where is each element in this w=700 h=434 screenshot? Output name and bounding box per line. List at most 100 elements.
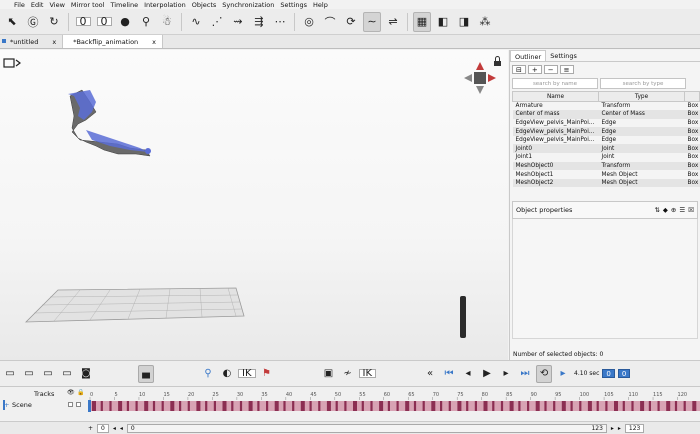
keyframe[interactable] xyxy=(614,401,618,411)
outliner-row[interactable]: Armature Transform Box xyxy=(513,102,700,111)
scene-visible-checkbox[interactable] xyxy=(68,402,73,407)
keyframe[interactable] xyxy=(309,401,312,411)
viewport-3d[interactable] xyxy=(0,50,508,360)
keyframe[interactable] xyxy=(196,401,201,411)
scroll-left-icon-2[interactable]: ◂ xyxy=(120,425,123,432)
column-type[interactable]: Type xyxy=(598,91,685,102)
keyframe[interactable] xyxy=(587,401,592,411)
end-field[interactable]: 0 xyxy=(617,369,631,378)
properties-list-icon[interactable]: ☰ xyxy=(679,206,685,214)
lock-tracks-icon[interactable]: 🔒 xyxy=(77,389,84,396)
character-path-icon[interactable]: ⇌ xyxy=(384,12,402,32)
keyframe[interactable] xyxy=(570,401,573,411)
layers-icon[interactable]: ◧ xyxy=(434,12,452,32)
keyframe[interactable] xyxy=(518,401,521,411)
keyframe[interactable] xyxy=(300,401,305,411)
keyframe[interactable] xyxy=(144,401,149,411)
last-frame-icon[interactable]: ⏭ xyxy=(517,365,533,383)
film-icon[interactable]: ▣ xyxy=(321,365,337,383)
waveform-icon[interactable]: ≁ xyxy=(340,365,356,383)
keyframe[interactable] xyxy=(170,401,175,411)
prev-frame-icon[interactable]: ◂ xyxy=(460,365,476,383)
properties-lock-icon[interactable]: ⊕ xyxy=(671,206,676,214)
visibility-icon[interactable]: 👁 xyxy=(67,389,75,396)
column-extra[interactable] xyxy=(684,91,700,102)
outliner-row[interactable]: MeshObject2 Mesh Object Box xyxy=(512,178,700,188)
keyframe[interactable] xyxy=(118,401,123,411)
pin-tool-icon[interactable]: ⚲ xyxy=(137,12,155,32)
track-copy-icon[interactable]: ▭ xyxy=(59,365,75,383)
keyframe[interactable] xyxy=(492,401,495,411)
keyframe[interactable] xyxy=(318,401,321,411)
keyframe[interactable] xyxy=(422,401,425,411)
keyframe[interactable] xyxy=(535,401,540,411)
search-by-name-input[interactable]: search by name xyxy=(512,78,598,89)
first-frame-icon[interactable]: ⏮ xyxy=(441,365,457,383)
keyframe[interactable] xyxy=(239,401,243,411)
keyframe[interactable] xyxy=(405,401,410,411)
scroll-right-icon-2[interactable]: ▸ xyxy=(618,425,621,432)
column-name[interactable]: Name xyxy=(512,91,599,102)
lock-icon[interactable] xyxy=(494,56,501,67)
scroll-right-icon[interactable]: ▸ xyxy=(611,425,614,432)
keyframe[interactable] xyxy=(92,401,96,411)
outliner-row[interactable]: EdgeView_pelvis_MainPoi... Edge Box xyxy=(513,136,700,145)
keyframe[interactable] xyxy=(640,401,645,411)
keyframe[interactable] xyxy=(605,401,608,411)
studio-icon[interactable]: ▄ xyxy=(138,364,154,383)
keyframe[interactable] xyxy=(152,401,156,411)
keyframe[interactable] xyxy=(135,401,138,411)
collapse-icon[interactable]: ⊟ xyxy=(512,65,526,74)
menu-objects[interactable]: Objects xyxy=(192,1,217,9)
search-by-type-input[interactable]: search by type xyxy=(600,78,686,89)
keyframe[interactable] xyxy=(561,401,566,411)
menu-settings[interactable]: Settings xyxy=(280,1,307,9)
keyframe[interactable] xyxy=(631,401,634,411)
keyframe[interactable] xyxy=(500,401,504,411)
keyframe[interactable] xyxy=(205,401,208,411)
scroll-left-icon[interactable]: ◂ xyxy=(113,425,116,432)
keyframe[interactable] xyxy=(274,401,279,411)
keyframe[interactable] xyxy=(413,401,417,411)
play-icon[interactable]: ▶ xyxy=(479,365,495,383)
keyframe[interactable] xyxy=(431,401,436,411)
menu-help[interactable]: Help xyxy=(313,1,328,9)
keyframe[interactable] xyxy=(692,401,697,411)
keyframe[interactable] xyxy=(231,401,234,411)
sync-playback-icon[interactable]: ⁂ xyxy=(476,12,494,32)
point-tool-icon[interactable]: ● xyxy=(116,12,134,32)
path-tool-icon[interactable]: ⇝ xyxy=(229,12,247,32)
close-icon[interactable]: x xyxy=(52,38,56,46)
properties-tag-icon[interactable]: ◆ xyxy=(663,206,668,214)
add-track-icon[interactable]: ▭ xyxy=(2,365,18,383)
keyframe[interactable] xyxy=(379,401,384,411)
pin-key-icon[interactable]: ⚲ xyxy=(200,365,216,383)
rotate-value-field[interactable]: 0 xyxy=(74,12,92,32)
keyframe[interactable] xyxy=(387,401,390,411)
target-tool-icon[interactable]: ◎ xyxy=(300,12,318,32)
loop-icon[interactable]: ⟲ xyxy=(536,364,553,383)
keyframe[interactable] xyxy=(161,401,164,411)
keyframe[interactable] xyxy=(179,401,182,411)
flag-icon[interactable]: ⚑ xyxy=(259,365,275,383)
keyframe[interactable] xyxy=(126,401,129,411)
outliner-row[interactable]: EdgeView_pelvis_MainPoi... Edge Box xyxy=(512,127,700,136)
human-figure-icon[interactable]: ☃ xyxy=(158,12,176,32)
tab-untitled[interactable]: *untitled x xyxy=(0,35,64,48)
screenshot-icon[interactable]: ◙ xyxy=(78,365,94,383)
outliner-row[interactable]: EdgeView_pelvis_MainPoi... Edge Box xyxy=(513,119,700,128)
outliner-row[interactable]: MeshObject1 Mesh Object Box xyxy=(513,170,700,179)
keyframe[interactable] xyxy=(257,401,260,411)
keyframe[interactable] xyxy=(109,401,112,411)
keyframe[interactable] xyxy=(326,401,331,411)
keyframe[interactable] xyxy=(666,401,671,411)
select-tool-icon[interactable]: ⬉ xyxy=(3,12,21,32)
add-icon[interactable]: + xyxy=(527,65,542,74)
tab-outliner[interactable]: Outliner xyxy=(510,50,547,61)
keyframe[interactable] xyxy=(353,401,357,411)
keyframe[interactable] xyxy=(448,401,451,411)
properties-transform-icon[interactable]: ⇅ xyxy=(654,206,659,214)
split-icon[interactable]: ◐ xyxy=(219,365,235,383)
path-multi-tool-icon[interactable]: ⇶ xyxy=(250,12,268,32)
keyframe[interactable] xyxy=(457,401,462,411)
